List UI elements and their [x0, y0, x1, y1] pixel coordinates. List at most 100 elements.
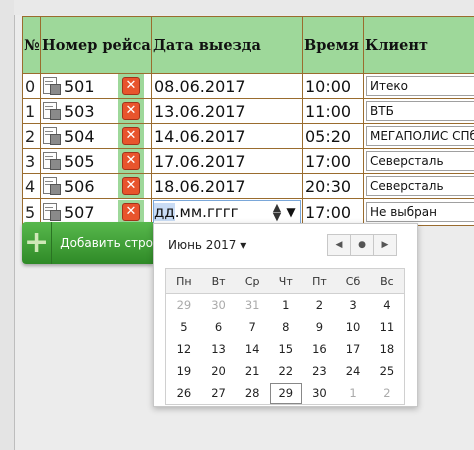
plus-icon: +	[22, 222, 53, 264]
calendar-day[interactable]: 24	[336, 360, 370, 382]
time-value: 17:00	[305, 151, 352, 171]
close-icon[interactable]: ✕	[122, 203, 140, 221]
calendar-day[interactable]: 20	[202, 360, 236, 382]
document-edit-icon[interactable]	[43, 152, 61, 170]
document-edit-icon[interactable]	[43, 127, 61, 145]
weekday-label: Сб	[336, 268, 370, 294]
calendar-day[interactable]: 17	[336, 338, 370, 360]
date-year-segment[interactable]: гггг	[207, 203, 239, 221]
calendar-day[interactable]: 23	[303, 360, 337, 382]
client-select[interactable]: Северсталь	[366, 151, 474, 171]
table-row: 2 504 ✕ 14.06.2017 05:20 МЕГАПОЛИС СПб	[22, 123, 474, 149]
date-cell: 18.06.2017	[151, 173, 303, 199]
next-month-button[interactable]: ▶	[373, 234, 397, 256]
calendar-day[interactable]: 18	[370, 338, 405, 360]
document-edit-icon[interactable]	[43, 77, 61, 95]
weekday-header-row: Пн Вт Ср Чт Пт Сб Вс	[165, 268, 405, 294]
calendar-day[interactable]: 13	[202, 338, 236, 360]
calendar-week: 26 27 28 29 30 1 2	[166, 382, 405, 405]
calendar-day[interactable]: 10	[336, 316, 370, 338]
date-month-segment[interactable]: мм	[180, 203, 203, 221]
calendar-day[interactable]: 11	[370, 316, 405, 338]
calendar-day[interactable]: 12	[166, 338, 202, 360]
date-value: 17.06.2017	[154, 151, 246, 171]
calendar-day[interactable]: 7	[235, 316, 269, 338]
client-cell: Не выбран	[363, 198, 474, 226]
calendar-day[interactable]: 31	[235, 294, 269, 317]
month-selector[interactable]: Июнь 2017 ▾	[168, 238, 246, 252]
close-icon[interactable]: ✕	[122, 177, 140, 195]
calendar-day[interactable]: 19	[166, 360, 202, 382]
calendar-day[interactable]: 29	[269, 382, 303, 405]
calendar-week: 19 20 21 22 23 24 25	[166, 360, 405, 382]
calendar-day[interactable]: 1	[269, 294, 303, 317]
dropdown-arrow-icon[interactable]: ▼	[282, 205, 300, 219]
calendar-day[interactable]: 21	[235, 360, 269, 382]
calendar-day[interactable]: 29	[166, 294, 202, 317]
flight-number: 501	[64, 76, 95, 96]
column-header-index: №	[22, 16, 41, 74]
calendar-day[interactable]: 5	[166, 316, 202, 338]
document-edit-icon[interactable]	[43, 203, 61, 221]
calendar-day[interactable]: 15	[269, 338, 303, 360]
time-value: 20:30	[305, 176, 352, 196]
close-icon[interactable]: ✕	[122, 127, 140, 145]
calendar-day[interactable]: 22	[269, 360, 303, 382]
calendar-day[interactable]: 28	[235, 382, 269, 405]
client-select[interactable]: ВТБ	[366, 101, 474, 121]
calendar-day[interactable]: 1	[336, 382, 370, 405]
row-index: 1	[22, 98, 41, 124]
flight-number: 506	[64, 176, 95, 196]
weekday-label: Пт	[302, 268, 337, 294]
table-row: 1 503 ✕ 13.06.2017 11:00 ВТБ	[22, 98, 474, 124]
flights-table: № Номер рейса Дата выезда Время Клиент 0…	[22, 16, 474, 226]
table-row: 3 505 ✕ 17.06.2017 17:00 Северсталь	[22, 148, 474, 174]
column-header-time: Время	[302, 16, 364, 74]
client-select[interactable]: Не выбран	[366, 202, 474, 222]
flight-number: 504	[64, 126, 95, 146]
client-select[interactable]: МЕГАПОЛИС СПб	[366, 126, 474, 146]
calendar-day[interactable]: 2	[303, 294, 337, 317]
time-value: 05:20	[305, 126, 352, 146]
row-index: 2	[22, 123, 41, 149]
flight-cell: 501 ✕	[40, 73, 152, 99]
calendar-day[interactable]: 4	[370, 294, 405, 317]
calendar-day[interactable]: 27	[202, 382, 236, 405]
table-row: 4 506 ✕ 18.06.2017 20:30 Северсталь	[22, 173, 474, 199]
calendar-day[interactable]: 9	[303, 316, 337, 338]
calendar-day[interactable]: 8	[269, 316, 303, 338]
document-edit-icon[interactable]	[43, 102, 61, 120]
flight-cell: 505 ✕	[40, 148, 152, 174]
date-day-segment[interactable]: дд	[154, 203, 175, 221]
chevron-down-icon: ▾	[240, 238, 247, 252]
add-row-button[interactable]: + Добавить стро	[22, 222, 153, 264]
flight-cell: 506 ✕	[40, 173, 152, 199]
client-select[interactable]: Северсталь	[366, 176, 474, 196]
calendar-day[interactable]: 14	[235, 338, 269, 360]
flight-cell: 504 ✕	[40, 123, 152, 149]
close-icon[interactable]: ✕	[122, 152, 140, 170]
calendar-day[interactable]: 3	[336, 294, 370, 317]
table-header-row: № Номер рейса Дата выезда Время Клиент	[22, 16, 474, 74]
calendar-day[interactable]: 16	[303, 338, 337, 360]
calendar-grid: Пн Вт Ср Чт Пт Сб Вс 29 30 31 1 2 3 4 5 6 7 8 9 10 11 12 13 14…	[165, 268, 405, 405]
document-edit-icon[interactable]	[43, 177, 61, 195]
flight-number: 505	[64, 151, 95, 171]
time-cell: 20:30	[302, 173, 364, 199]
today-button[interactable]: ●	[350, 234, 374, 256]
close-icon[interactable]: ✕	[122, 77, 140, 95]
close-icon[interactable]: ✕	[122, 102, 140, 120]
date-cell: 08.06.2017	[151, 73, 303, 99]
client-select[interactable]: Итеко	[366, 76, 474, 96]
prev-month-button[interactable]: ◀	[327, 234, 351, 256]
calendar-day[interactable]: 6	[202, 316, 236, 338]
row-index: 4	[22, 173, 41, 199]
calendar-day[interactable]: 25	[370, 360, 405, 382]
calendar-day[interactable]: 26	[166, 382, 202, 405]
calendar-day[interactable]: 30	[202, 294, 236, 317]
spinner-icon[interactable]: ▲ ▼	[272, 202, 282, 222]
table-row: 0 501 ✕ 08.06.2017 10:00 Итеко	[22, 73, 474, 99]
calendar-day[interactable]: 30	[303, 382, 337, 405]
calendar-day[interactable]: 2	[370, 382, 405, 405]
date-input[interactable]: дд. мм. гггг ▲ ▼ ▼	[153, 200, 301, 224]
